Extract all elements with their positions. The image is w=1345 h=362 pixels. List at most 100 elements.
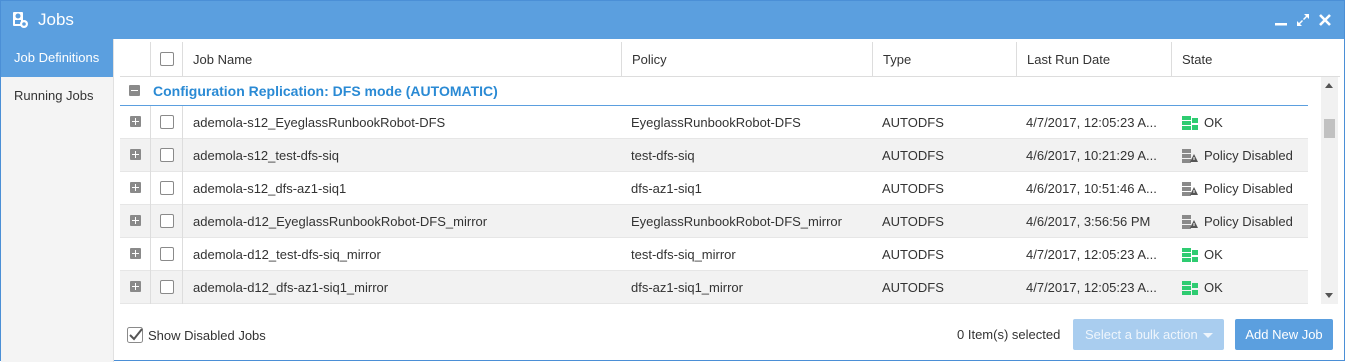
group-header[interactable]: Configuration Replication: DFS mode (AUT… [120, 77, 1308, 106]
jobs-table: Job Name Policy Type Last Run Date State… [120, 39, 1342, 304]
job-name-cell: ademola-d12_dfs-az1-siq1_mirror [193, 280, 389, 295]
close-icon[interactable] [1318, 13, 1332, 27]
job-name-cell: ademola-d12_EyeglassRunbookRobot-DFS_mir… [193, 214, 488, 229]
state-cell: Policy Disabled [1204, 181, 1293, 196]
row-checkbox[interactable] [160, 280, 174, 294]
table-row[interactable]: ademola-s12_test-dfs-siq test-dfs-siq AU… [120, 139, 1308, 172]
type-cell: AUTODFS [882, 214, 944, 229]
jobs-window: Jobs Job Definitions Running Jobs Job Na… [0, 0, 1345, 362]
add-new-job-button[interactable]: Add New Job [1235, 319, 1333, 350]
policy-cell: dfs-az1-siq1 [631, 181, 702, 196]
last-run-cell: 4/6/2017, 3:56:56 PM [1026, 214, 1151, 229]
last-run-cell: 4/6/2017, 10:21:29 A... [1026, 148, 1157, 163]
last-run-cell: 4/7/2017, 12:05:23 A... [1026, 115, 1157, 130]
row-checkbox[interactable] [160, 181, 174, 195]
column-divider [182, 139, 183, 172]
column-divider [150, 271, 151, 304]
row-checkbox[interactable] [160, 148, 174, 162]
ok-icon [1182, 248, 1198, 262]
sidebar-item-running-jobs[interactable]: Running Jobs [1, 77, 113, 115]
column-header-policy[interactable]: Policy [621, 42, 872, 77]
checkbox-column [150, 42, 182, 77]
column-divider [182, 205, 183, 238]
type-cell: AUTODFS [882, 115, 944, 130]
collapse-group-icon[interactable] [129, 85, 140, 96]
column-header-job-name[interactable]: Job Name [182, 42, 621, 77]
scroll-down-icon[interactable] [1325, 293, 1333, 298]
state-cell: Policy Disabled [1204, 214, 1293, 229]
column-header-state[interactable]: State [1171, 42, 1321, 77]
ok-icon [1182, 281, 1198, 295]
table-row[interactable]: ademola-s12_dfs-az1-siq1 dfs-az1-siq1 AU… [120, 172, 1308, 205]
state-cell: OK [1204, 115, 1223, 130]
column-divider [150, 172, 151, 205]
expand-row-icon[interactable] [130, 149, 141, 160]
policy-disabled-icon [1182, 149, 1198, 163]
column-divider [150, 205, 151, 238]
type-cell: AUTODFS [882, 148, 944, 163]
job-name-cell: ademola-s12_dfs-az1-siq1 [193, 181, 347, 196]
type-cell: AUTODFS [882, 247, 944, 262]
last-run-cell: 4/7/2017, 12:05:23 A... [1026, 247, 1157, 262]
policy-cell: EyeglassRunbookRobot-DFS_mirror [631, 214, 842, 229]
last-run-cell: 4/7/2017, 12:05:23 A... [1026, 280, 1157, 295]
selected-count: 0 Item(s) selected [957, 327, 1061, 342]
table-row[interactable]: ademola-d12_dfs-az1-siq1_mirror dfs-az1-… [120, 271, 1308, 304]
policy-cell: test-dfs-siq [631, 148, 695, 163]
expand-row-icon[interactable] [130, 281, 141, 292]
table-row[interactable]: ademola-s12_EyeglassRunbookRobot-DFS Eye… [120, 106, 1308, 139]
jobs-icon [13, 12, 28, 28]
policy-disabled-icon [1182, 182, 1198, 196]
policy-disabled-icon [1182, 215, 1198, 229]
scrollbar-thumb[interactable] [1324, 119, 1335, 138]
type-cell: AUTODFS [882, 181, 944, 196]
ok-icon [1182, 116, 1198, 130]
job-name-cell: ademola-d12_test-dfs-siq_mirror [193, 247, 381, 262]
bulk-action-dropdown[interactable]: Select a bulk action [1073, 319, 1224, 350]
minimize-icon[interactable] [1274, 13, 1288, 27]
column-header-last-run-date[interactable]: Last Run Date [1016, 42, 1171, 77]
table-row[interactable]: ademola-d12_test-dfs-siq_mirror test-dfs… [120, 238, 1308, 271]
type-cell: AUTODFS [882, 280, 944, 295]
column-divider [150, 106, 151, 139]
maximize-icon[interactable] [1296, 13, 1310, 27]
policy-cell: EyeglassRunbookRobot-DFS [631, 115, 801, 130]
checkbox-checked-icon[interactable] [127, 327, 143, 343]
column-divider [182, 172, 183, 205]
table-body: ademola-s12_EyeglassRunbookRobot-DFS Eye… [120, 106, 1308, 304]
chevron-down-icon [1203, 333, 1213, 338]
column-divider [182, 271, 183, 304]
sidebar: Job Definitions Running Jobs [1, 39, 114, 362]
show-disabled-label: Show Disabled Jobs [148, 328, 266, 343]
show-disabled-toggle[interactable]: Show Disabled Jobs [127, 327, 266, 343]
state-cell: Policy Disabled [1204, 148, 1293, 163]
window-title: Jobs [38, 10, 74, 29]
column-header-type[interactable]: Type [872, 42, 1016, 77]
column-divider [150, 238, 151, 271]
row-checkbox[interactable] [160, 115, 174, 129]
state-cell: OK [1204, 280, 1223, 295]
row-checkbox[interactable] [160, 214, 174, 228]
bulk-action-label: Select a bulk action [1085, 327, 1198, 342]
title-bar: Jobs [1, 1, 1344, 39]
group-label: Configuration Replication: DFS mode (AUT… [153, 83, 498, 99]
column-divider [182, 106, 183, 139]
expand-row-icon[interactable] [130, 248, 141, 259]
policy-cell: test-dfs-siq_mirror [631, 247, 736, 262]
table-row[interactable]: ademola-d12_EyeglassRunbookRobot-DFS_mir… [120, 205, 1308, 238]
policy-cell: dfs-az1-siq1_mirror [631, 280, 743, 295]
vertical-scrollbar[interactable] [1321, 77, 1338, 304]
row-checkbox[interactable] [160, 247, 174, 261]
job-name-cell: ademola-s12_EyeglassRunbookRobot-DFS [193, 115, 446, 130]
column-divider [150, 139, 151, 172]
column-divider [182, 238, 183, 271]
window-controls [1274, 13, 1332, 27]
state-cell: OK [1204, 247, 1223, 262]
expand-row-icon[interactable] [130, 116, 141, 127]
scroll-up-icon[interactable] [1325, 83, 1333, 88]
expand-row-icon[interactable] [130, 182, 141, 193]
last-run-cell: 4/6/2017, 10:51:46 A... [1026, 181, 1157, 196]
footer: Show Disabled Jobs 0 Item(s) selected Se… [120, 312, 1342, 356]
sidebar-item-job-definitions[interactable]: Job Definitions [1, 39, 113, 77]
expand-row-icon[interactable] [130, 215, 141, 226]
